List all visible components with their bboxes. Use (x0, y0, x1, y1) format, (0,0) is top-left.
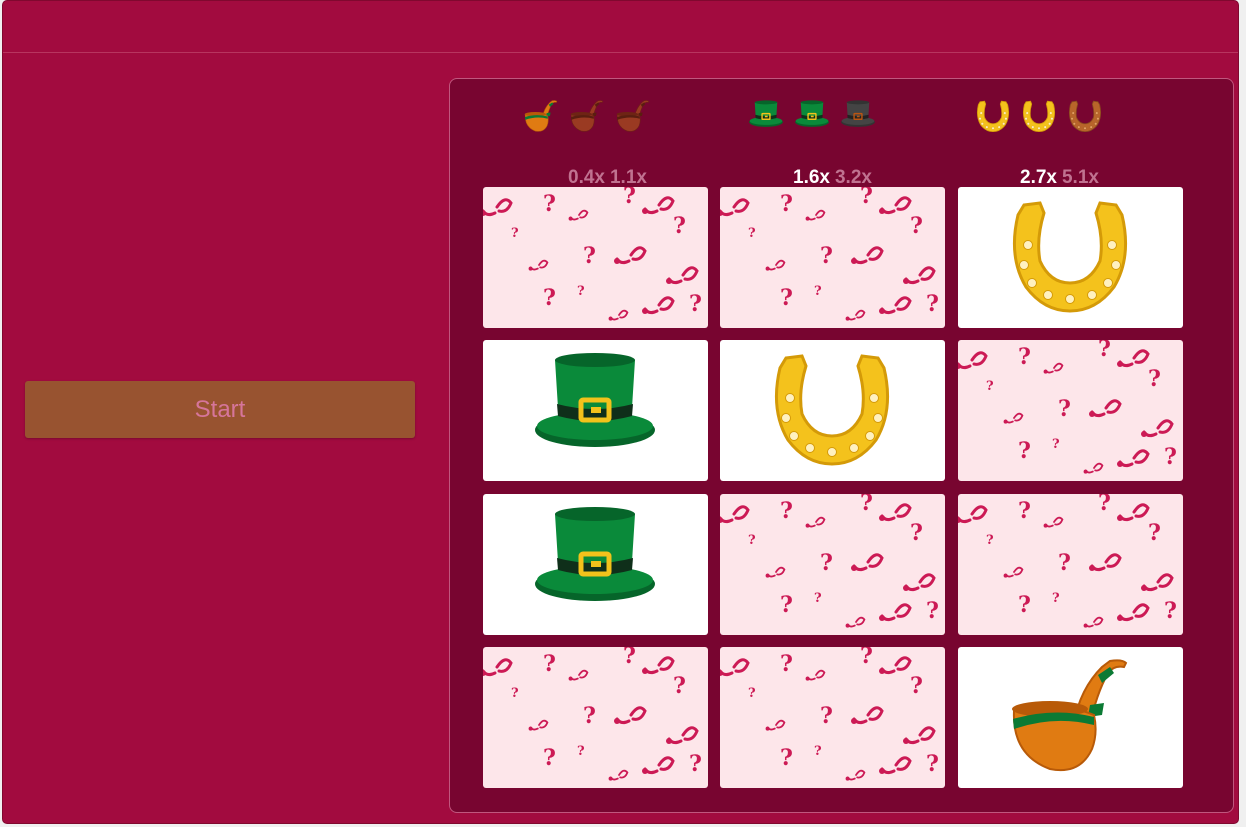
svg-text:?: ? (926, 291, 939, 317)
svg-text:?: ? (689, 291, 702, 317)
svg-text:?: ? (780, 592, 793, 618)
hidden-tile[interactable]: ???????? (720, 187, 945, 328)
svg-text:?: ? (748, 226, 756, 241)
revealed-tile-horseshoe (958, 187, 1183, 328)
svg-text:?: ? (860, 647, 873, 669)
pipe-icon (523, 97, 559, 137)
svg-text:?: ? (673, 213, 686, 239)
hidden-tile[interactable]: ???????? (483, 187, 708, 328)
svg-text:?: ? (1018, 498, 1031, 524)
svg-text:?: ? (1164, 598, 1177, 624)
svg-text:?: ? (910, 520, 923, 546)
svg-text:?: ? (583, 243, 596, 269)
svg-text:?: ? (860, 187, 873, 209)
multiplier-hat-4: 3.2x (834, 167, 872, 188)
multiplier-pipe-3: 0.4x (568, 167, 605, 188)
revealed-tile-horseshoe (720, 340, 945, 481)
svg-text:?: ? (583, 703, 596, 729)
svg-text:?: ? (623, 187, 636, 209)
svg-text:?: ? (986, 379, 994, 394)
svg-text:?: ? (1018, 438, 1031, 464)
paytable-pipe: 0.4x 1.1x (523, 97, 703, 188)
svg-text:?: ? (511, 226, 519, 241)
svg-text:?: ? (814, 284, 822, 299)
svg-text:?: ? (860, 494, 873, 516)
svg-text:?: ? (543, 285, 556, 311)
svg-text:?: ? (986, 533, 994, 548)
pipe-icon (569, 97, 605, 137)
hat-progress (748, 97, 928, 137)
svg-text:?: ? (748, 686, 756, 701)
multiplier-horseshoe-4: 5.1x (1061, 167, 1099, 188)
svg-text:?: ? (780, 498, 793, 524)
svg-text:?: ? (926, 598, 939, 624)
svg-text:?: ? (623, 647, 636, 669)
horseshoe-progress (975, 97, 1155, 137)
svg-text:?: ? (1098, 340, 1111, 362)
svg-text:?: ? (910, 673, 923, 699)
hidden-tile[interactable]: ???????? (483, 647, 708, 788)
multiplier-pipe-4: 1.1x (609, 167, 647, 188)
svg-text:?: ? (511, 686, 519, 701)
svg-text:?: ? (1018, 344, 1031, 370)
svg-text:?: ? (577, 744, 585, 759)
svg-text:?: ? (1148, 366, 1161, 392)
svg-text:?: ? (926, 751, 939, 777)
horseshoe-icon (1021, 97, 1057, 137)
svg-text:?: ? (543, 191, 556, 217)
svg-text:?: ? (748, 533, 756, 548)
svg-text:?: ? (820, 243, 833, 269)
svg-text:?: ? (1148, 520, 1161, 546)
leprechaun-hat-icon (748, 97, 784, 137)
svg-text:?: ? (543, 651, 556, 677)
svg-text:?: ? (1018, 592, 1031, 618)
pipe-progress (523, 97, 703, 137)
svg-text:?: ? (689, 751, 702, 777)
hidden-tile[interactable]: ???????? (958, 340, 1183, 481)
start-button[interactable]: Start (25, 381, 415, 438)
leprechaun-hat-icon (840, 97, 876, 137)
paytable-horseshoe: 2.7x 5.1x (975, 97, 1155, 188)
paytable-hat: 1.6x 3.2x (748, 97, 928, 188)
multiplier-horseshoe-3: 2.7x (1020, 167, 1057, 188)
svg-text:?: ? (577, 284, 585, 299)
svg-text:?: ? (543, 745, 556, 771)
revealed-tile-pipe (958, 647, 1183, 788)
leprechaun-hat-icon (794, 97, 830, 137)
game-board: 0.4x 1.1x 1.6x 3.2x 2.7x 5.1x ?????????????… (449, 78, 1234, 813)
pipe-icon (615, 97, 651, 137)
svg-text:?: ? (780, 651, 793, 677)
svg-text:?: ? (820, 550, 833, 576)
svg-text:?: ? (780, 191, 793, 217)
svg-text:?: ? (820, 703, 833, 729)
svg-text:?: ? (1052, 591, 1060, 606)
revealed-tile-hat (483, 340, 708, 481)
svg-text:?: ? (780, 285, 793, 311)
svg-text:?: ? (673, 673, 686, 699)
svg-text:?: ? (910, 213, 923, 239)
hidden-tile[interactable]: ???????? (958, 494, 1183, 635)
hidden-tile[interactable]: ???????? (720, 494, 945, 635)
svg-text:?: ? (1098, 494, 1111, 516)
svg-text:?: ? (780, 745, 793, 771)
top-bar (3, 1, 1238, 53)
hidden-tile[interactable]: ???????? (720, 647, 945, 788)
horseshoe-icon (1067, 97, 1103, 137)
svg-text:?: ? (1058, 396, 1071, 422)
svg-text:?: ? (1052, 437, 1060, 452)
svg-text:?: ? (814, 744, 822, 759)
svg-text:?: ? (1164, 444, 1177, 470)
svg-text:?: ? (1058, 550, 1071, 576)
revealed-tile-hat (483, 494, 708, 635)
game-window: Start 0.4x 1.1x 1.6x 3.2x 2.7x 5.1x ???????… (2, 0, 1239, 824)
horseshoe-icon (975, 97, 1011, 137)
multiplier-hat-3: 1.6x (793, 167, 830, 188)
svg-text:?: ? (814, 591, 822, 606)
